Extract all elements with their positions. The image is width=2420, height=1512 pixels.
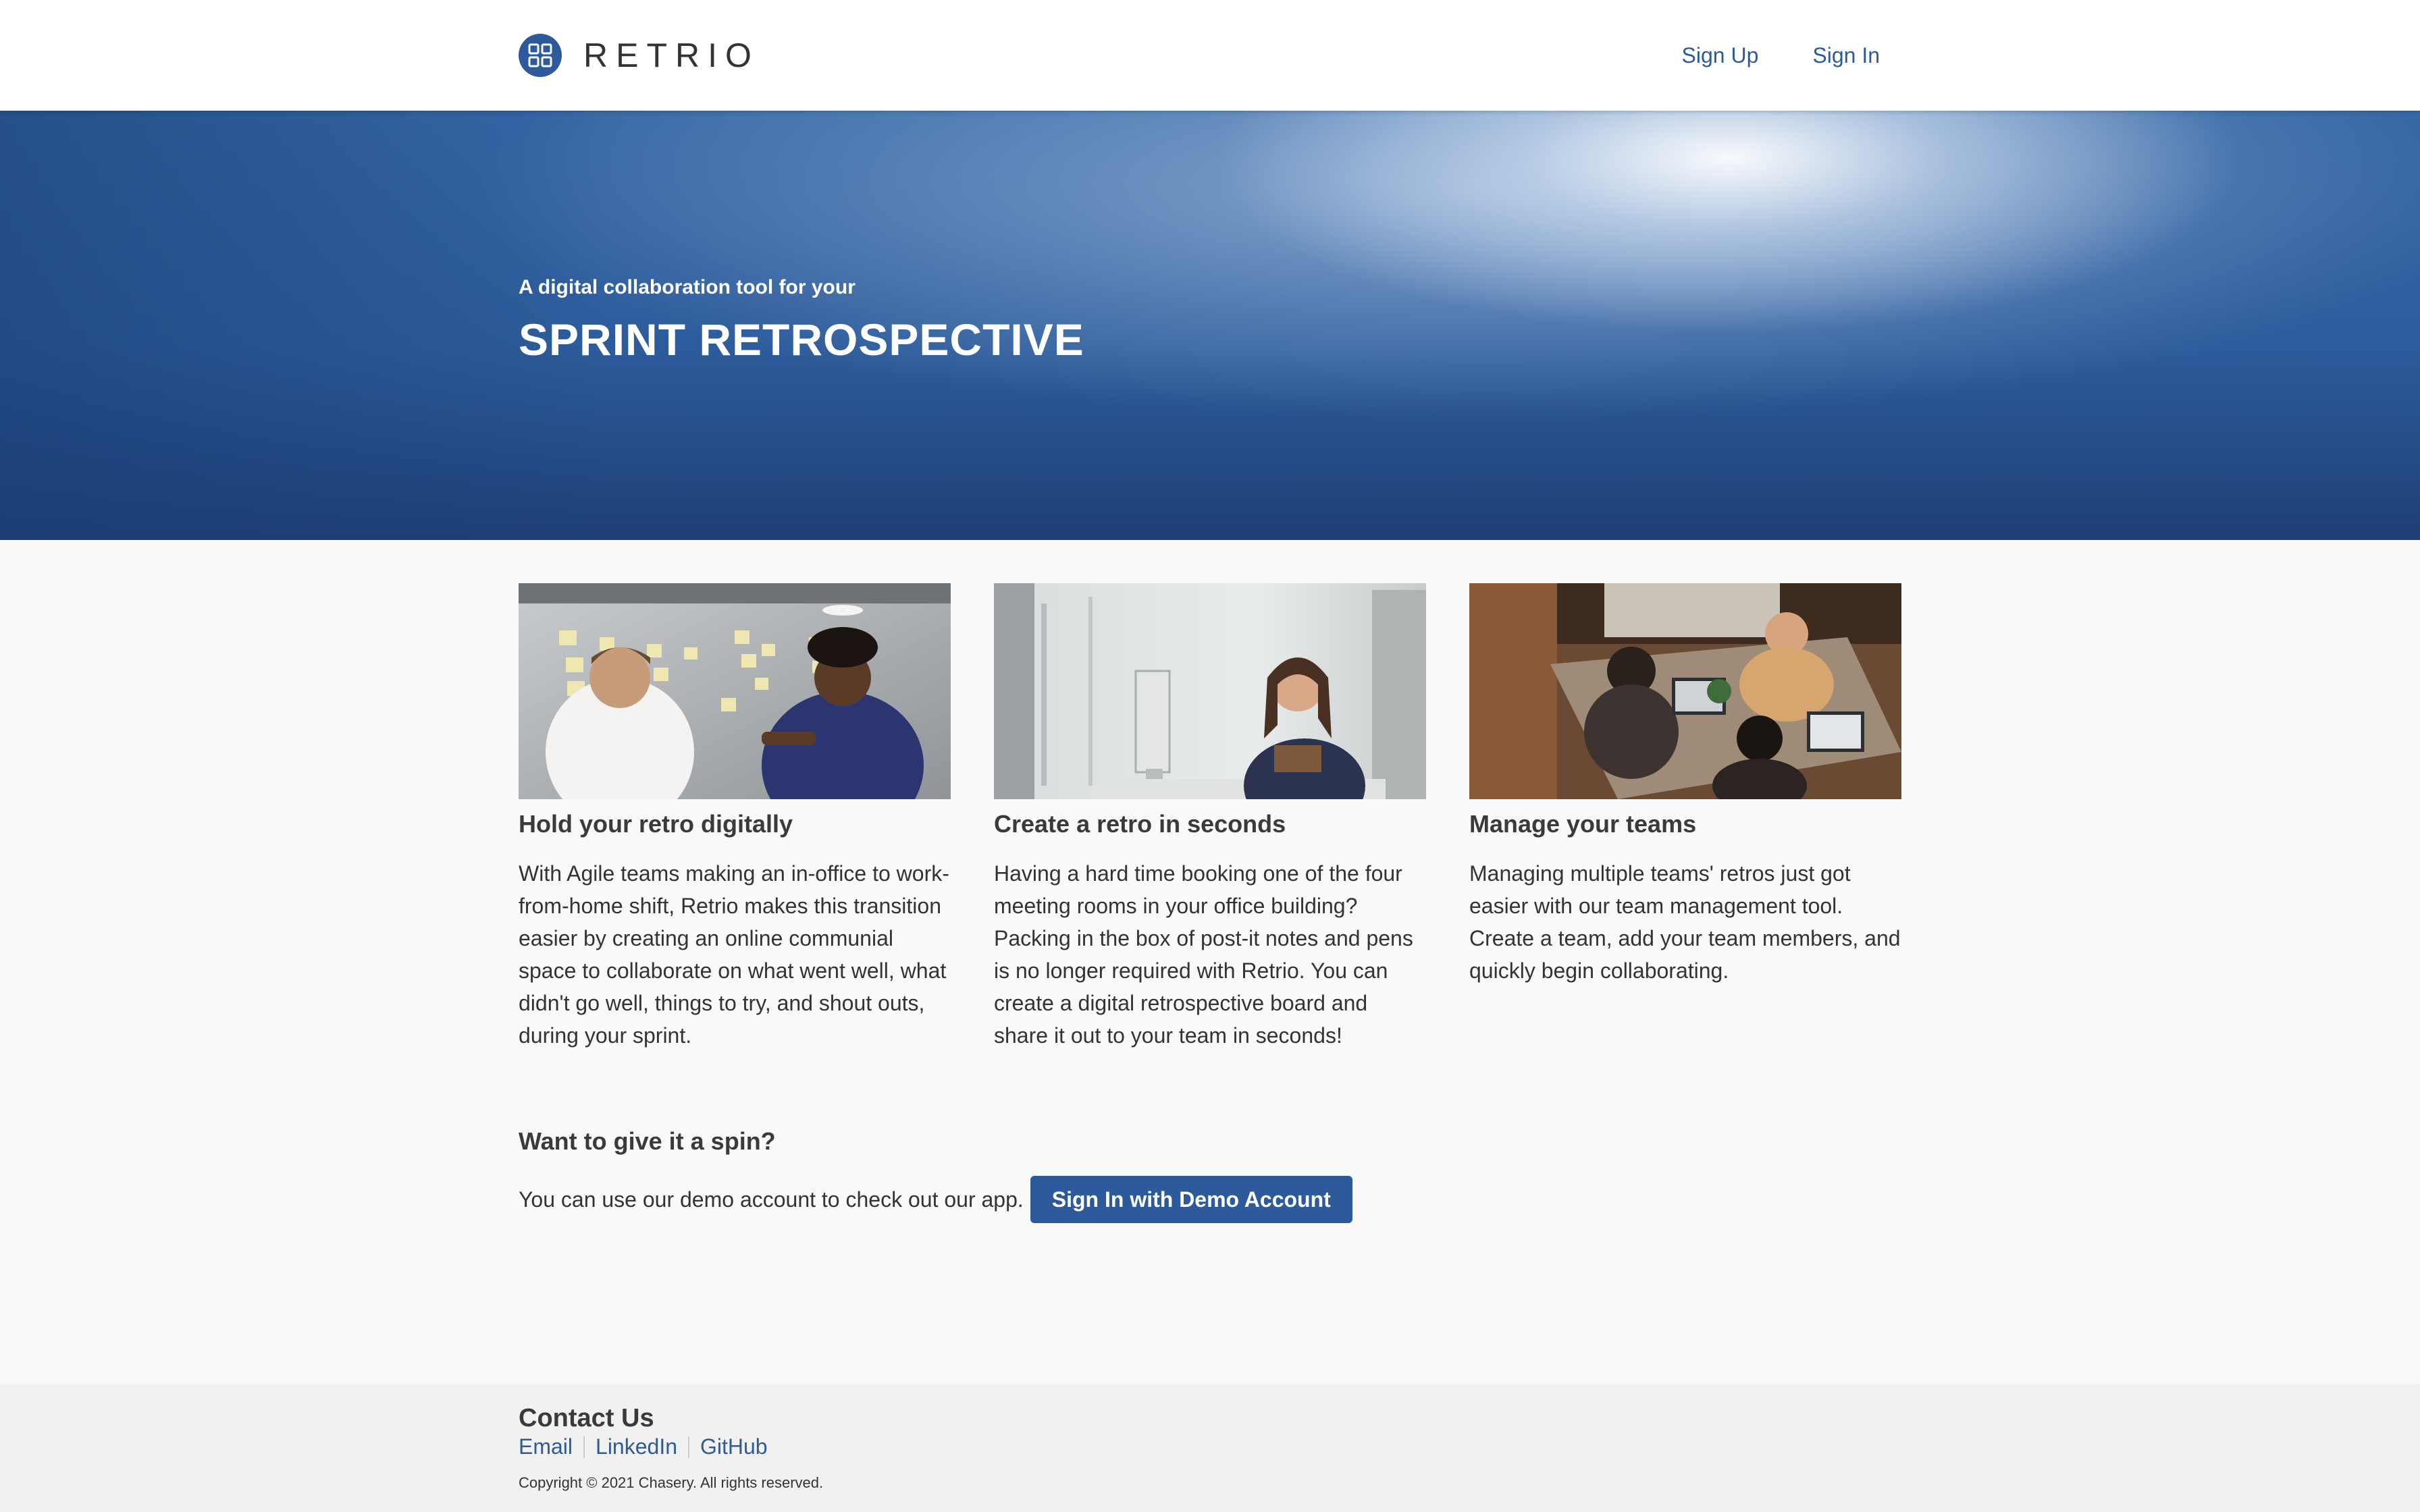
features-section: Hold your retro digitally With Agile tea…	[0, 540, 2420, 1052]
hero-shade	[0, 111, 608, 540]
nav-links: Sign Up Sign In	[1628, 43, 1880, 68]
contact-links: Email LinkedIn GitHub	[519, 1434, 1901, 1459]
brand[interactable]: RETRIO	[519, 34, 760, 77]
feature-text: Managing multiple teams' retros just got…	[1469, 861, 1901, 983]
sign-up-link[interactable]: Sign Up	[1682, 43, 1759, 68]
email-link[interactable]: Email	[519, 1434, 573, 1459]
feature-card-manage-teams: Manage your teams Managing multiple team…	[1469, 583, 1901, 1052]
footer: Contact Us Email LinkedIn GitHub Copyrig…	[0, 1384, 2420, 1512]
demo-sign-in-button[interactable]: Sign In with Demo Account	[1030, 1176, 1352, 1223]
feature-title: Create a retro in seconds	[994, 810, 1286, 838]
feature-image-office-desk	[994, 583, 1426, 799]
linkedin-link[interactable]: LinkedIn	[596, 1434, 677, 1459]
brand-name: RETRIO	[583, 36, 760, 74]
demo-row: You can use our demo account to check ou…	[519, 1176, 1901, 1223]
feature-image-sticky-notes	[519, 583, 951, 799]
copyright: Copyright © 2021 Chasery. All rights res…	[519, 1474, 824, 1491]
link-divider	[688, 1436, 689, 1458]
demo-section: Want to give it a spin? You can use our …	[0, 1052, 2420, 1223]
link-divider	[583, 1436, 585, 1458]
demo-text: You can use our demo account to check ou…	[519, 1187, 1024, 1212]
feature-image-team-meeting	[1469, 583, 1901, 799]
github-link[interactable]: GitHub	[700, 1434, 768, 1459]
sign-in-link[interactable]: Sign In	[1812, 43, 1880, 68]
feature-title: Hold your retro digitally	[519, 810, 793, 838]
hero-banner: A digital collaboration tool for your SP…	[0, 111, 2420, 540]
top-navbar: RETRIO Sign Up Sign In	[0, 0, 2420, 111]
demo-title: Want to give it a spin?	[519, 1127, 776, 1155]
hero-title: SPRINT RETROSPECTIVE	[519, 315, 1084, 364]
hero-subtitle: A digital collaboration tool for your	[519, 276, 856, 298]
feature-card-hold-retro: Hold your retro digitally With Agile tea…	[519, 583, 951, 1052]
feature-title: Manage your teams	[1469, 810, 1697, 838]
feature-card-create-retro: Create a retro in seconds Having a hard …	[994, 583, 1426, 1052]
grid-logo-icon	[519, 34, 562, 77]
contact-title: Contact Us	[519, 1404, 654, 1432]
feature-text: Having a hard time booking one of the fo…	[994, 861, 1413, 1048]
feature-text: With Agile teams making an in-office to …	[519, 861, 949, 1048]
